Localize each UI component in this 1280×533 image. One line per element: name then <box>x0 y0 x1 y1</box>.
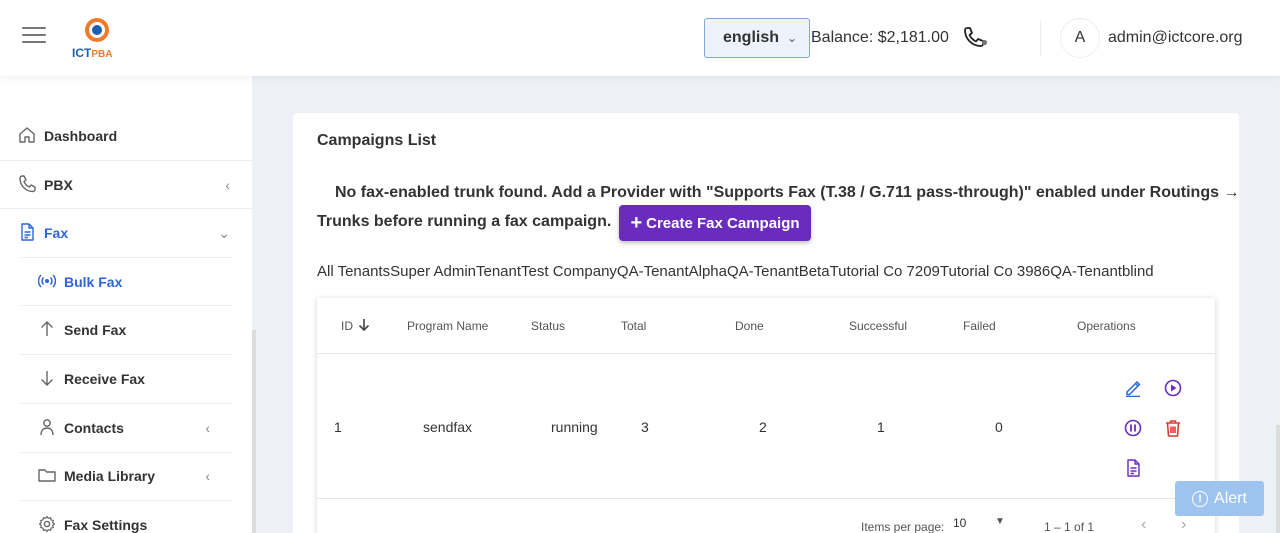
hamburger-menu-icon[interactable] <box>22 27 46 47</box>
cell-failed: 0 <box>995 419 1003 435</box>
tenant-option[interactable]: Tutorial Co 3986 <box>940 263 1050 280</box>
arrow-down-icon <box>41 371 53 386</box>
campaigns-table: ID Program Name Status Total Done Succes… <box>317 298 1215 533</box>
sidebar-item-label: PBX <box>44 177 73 193</box>
tenant-option[interactable]: QA-TenantBeta <box>727 263 830 280</box>
document-icon <box>21 223 34 241</box>
column-header-total[interactable]: Total <box>621 319 646 333</box>
edit-icon[interactable] <box>1124 379 1142 397</box>
broadcast-icon <box>38 274 56 288</box>
ictpba-logo[interactable]: ICTPBA <box>72 16 132 60</box>
sidebar-item-receive-fax[interactable]: Receive Fax <box>0 355 252 403</box>
campaigns-card: Campaigns List No fax-enabled trunk foun… <box>293 113 1239 533</box>
sidebar-item-label: Send Fax <box>64 322 127 338</box>
balance-text: Balance: $2,181.00 <box>811 29 949 46</box>
home-icon <box>19 127 35 143</box>
sidebar-item-fax-settings[interactable]: Fax Settings <box>0 501 252 533</box>
sidebar-item-label: Fax <box>44 225 69 241</box>
user-email[interactable]: admin@ictcore.org <box>1108 29 1243 47</box>
gear-icon <box>38 515 56 533</box>
sidebar-item-send-fax[interactable]: Send Fax <box>0 306 252 354</box>
column-header-successful[interactable]: Successful <box>849 319 907 333</box>
next-page-icon[interactable]: › <box>1181 516 1186 533</box>
cell-done: 2 <box>759 419 767 435</box>
plus-icon: + <box>630 212 643 234</box>
caret-down-icon: ▼ <box>995 516 1005 527</box>
header-divider <box>1040 20 1041 56</box>
column-header-done[interactable]: Done <box>735 319 764 333</box>
sidebar: Dashboard PBX ‹ Fax ⌄ Bulk Fax Send Fax … <box>0 76 252 533</box>
pagination-range: 1 – 1 of 1 <box>1044 520 1095 533</box>
logo-text-ict: ICT <box>72 46 92 60</box>
warning-message: No fax-enabled trunk found. Add a Provid… <box>335 184 1240 201</box>
tenant-option[interactable]: QA-Tenantblind <box>1050 263 1153 280</box>
top-header: ICTPBA english ⌄ Balance: $2,181.00 A ad… <box>0 0 1280 76</box>
sidebar-item-label: Contacts <box>64 420 124 436</box>
tenant-option[interactable]: Tenant <box>476 263 521 280</box>
cell-id: 1 <box>334 419 342 435</box>
tenant-option[interactable]: Super Admin <box>390 263 476 280</box>
alert-button[interactable]: ! Alert <box>1175 481 1264 516</box>
sidebar-item-dashboard[interactable]: Dashboard <box>0 112 252 160</box>
chevron-left-icon: ‹ <box>205 420 210 436</box>
folder-icon <box>38 469 56 482</box>
cell-total: 3 <box>641 419 649 435</box>
cell-status: running <box>551 419 598 435</box>
create-fax-campaign-button[interactable]: + Create Fax Campaign <box>619 205 811 241</box>
column-header-failed[interactable]: Failed <box>963 319 996 333</box>
column-header-id[interactable]: ID <box>341 319 353 333</box>
items-per-page-select[interactable]: 10 ▼ <box>953 516 1013 533</box>
row-divider <box>317 498 1215 499</box>
tenant-filter-list: All TenantsSuper AdminTenantTest Company… <box>317 263 1154 280</box>
sidebar-item-label: Bulk Fax <box>64 274 123 290</box>
report-icon[interactable] <box>1124 459 1142 477</box>
phone-status-icon[interactable] <box>962 27 988 49</box>
sidebar-item-media-library[interactable]: Media Library ‹ <box>0 452 252 500</box>
language-value: english <box>723 29 780 46</box>
column-header-program-name[interactable]: Program Name <box>407 319 488 333</box>
sidebar-item-label: Receive Fax <box>64 371 145 387</box>
play-icon[interactable] <box>1164 379 1182 397</box>
pause-icon[interactable] <box>1124 419 1142 437</box>
header-divider <box>317 353 1215 354</box>
previous-page-icon[interactable]: ‹ <box>1141 516 1146 533</box>
chevron-down-icon: ⌄ <box>786 31 797 45</box>
sort-down-icon[interactable] <box>358 318 370 332</box>
arrow-up-icon <box>41 321 53 336</box>
items-per-page-label: Items per page: <box>861 520 945 533</box>
logo-text-pba: PBA <box>91 49 113 60</box>
sidebar-item-pbx[interactable]: PBX ‹ <box>0 161 252 209</box>
sidebar-item-contacts[interactable]: Contacts ‹ <box>0 404 252 452</box>
cell-program-name: sendfax <box>423 419 473 435</box>
items-per-page-value: 10 <box>953 516 967 530</box>
delete-icon[interactable] <box>1164 419 1182 437</box>
sidebar-item-label: Media Library <box>64 468 156 484</box>
chevron-left-icon: ‹ <box>205 468 210 484</box>
sidebar-item-bulk-fax[interactable]: Bulk Fax <box>0 258 252 306</box>
user-avatar[interactable]: A <box>1060 18 1100 58</box>
tenant-option[interactable]: All Tenants <box>317 263 390 280</box>
warning-message-cont: Trunks before running a fax campaign. <box>317 213 612 230</box>
page-title: Campaigns List <box>317 132 437 149</box>
alert-label: Alert <box>1214 489 1247 507</box>
cell-successful: 1 <box>877 419 885 435</box>
language-select[interactable]: english ⌄ <box>704 18 810 58</box>
tenant-option[interactable]: Test Company <box>521 263 617 280</box>
sidebar-item-fax[interactable]: Fax ⌄ <box>0 209 252 257</box>
info-icon: ! <box>1192 490 1209 507</box>
chevron-down-icon: ⌄ <box>218 224 230 241</box>
column-header-status[interactable]: Status <box>531 319 565 333</box>
page-scrollbar[interactable] <box>1276 425 1280 533</box>
chevron-left-icon: ‹ <box>225 177 230 193</box>
create-button-label: Create Fax Campaign <box>646 214 800 232</box>
tenant-option[interactable]: QA-TenantAlpha <box>617 263 727 280</box>
column-header-operations: Operations <box>1077 319 1136 333</box>
sidebar-item-label: Fax Settings <box>64 517 148 533</box>
sidebar-scrollbar[interactable] <box>252 330 256 533</box>
person-icon <box>40 419 54 436</box>
tenant-option[interactable]: Tutorial Co 7209 <box>830 263 940 280</box>
sidebar-item-label: Dashboard <box>44 128 118 144</box>
phone-icon <box>19 175 36 193</box>
